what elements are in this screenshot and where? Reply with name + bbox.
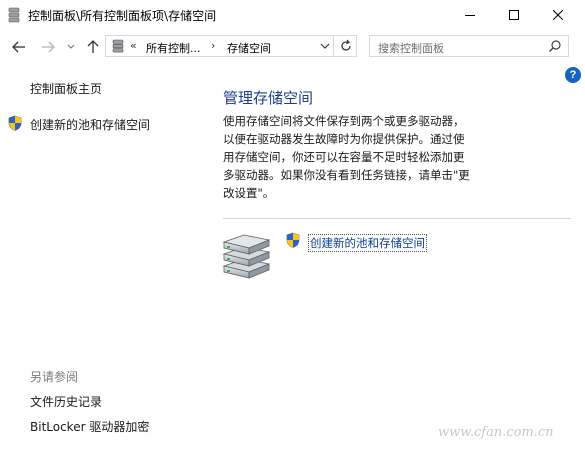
title-bar: 控制面板\所有控制面板项\存储空间 (0, 0, 585, 30)
sidebar-item-control-panel-home[interactable]: 控制面板主页 (30, 80, 102, 97)
address-bar[interactable]: « 所有控制... › 存储空间 (105, 35, 357, 57)
window-title: 控制面板\所有控制面板项\存储空间 (28, 9, 217, 23)
maximize-icon (509, 10, 519, 20)
arrow-left-icon (12, 41, 25, 53)
maximize-button[interactable] (491, 0, 537, 30)
storage-drives-icon (222, 234, 271, 279)
chevron-down-icon[interactable] (320, 40, 330, 52)
close-icon (553, 10, 563, 20)
watermark: www.cfan.com.cn (438, 425, 554, 440)
help-icon[interactable]: ? (565, 67, 581, 83)
arrow-right-icon (42, 41, 55, 53)
chevron-down-icon (67, 44, 75, 49)
up-button[interactable] (84, 36, 102, 58)
address-segment-storage-spaces[interactable]: 存储空间 (227, 40, 271, 56)
sidebar-item-create-pool[interactable]: 创建新的池和存储空间 (30, 116, 150, 133)
see-also-bitlocker[interactable]: BitLocker 驱动器加密 (30, 418, 149, 435)
search-icon[interactable] (548, 39, 562, 53)
address-divider (333, 36, 334, 56)
minimize-icon (465, 15, 475, 16)
back-button[interactable] (9, 36, 29, 58)
page-title: 管理存储空间 (223, 89, 314, 107)
address-segment-all-items[interactable]: 所有控制... (146, 40, 201, 56)
close-button[interactable] (535, 0, 581, 30)
see-also-file-history[interactable]: 文件历史记录 (30, 393, 102, 410)
address-overflow-chevron[interactable]: « (130, 39, 137, 52)
page-description: 使用存储空间将文件保存到两个或更多驱动器，以便在驱动器发生故障时为你提供保护。通… (223, 114, 470, 200)
arrow-up-icon (87, 40, 99, 53)
section-divider (223, 218, 571, 219)
forward-button[interactable] (38, 36, 58, 58)
refresh-icon[interactable] (339, 38, 353, 54)
storage-spaces-icon (8, 7, 20, 23)
minimize-button[interactable] (447, 0, 493, 30)
search-input[interactable]: 搜索控制面板 (378, 40, 444, 56)
storage-spaces-icon (112, 39, 124, 53)
search-box[interactable]: 搜索控制面板 (369, 35, 569, 57)
uac-shield-icon (286, 232, 300, 248)
address-separator-arrow[interactable]: › (211, 39, 215, 52)
uac-shield-icon (8, 115, 22, 131)
create-pool-link[interactable]: 创建新的池和存储空间 (308, 234, 427, 252)
see-also-heading: 另请参阅 (30, 370, 79, 384)
recent-locations-button[interactable] (64, 36, 78, 58)
